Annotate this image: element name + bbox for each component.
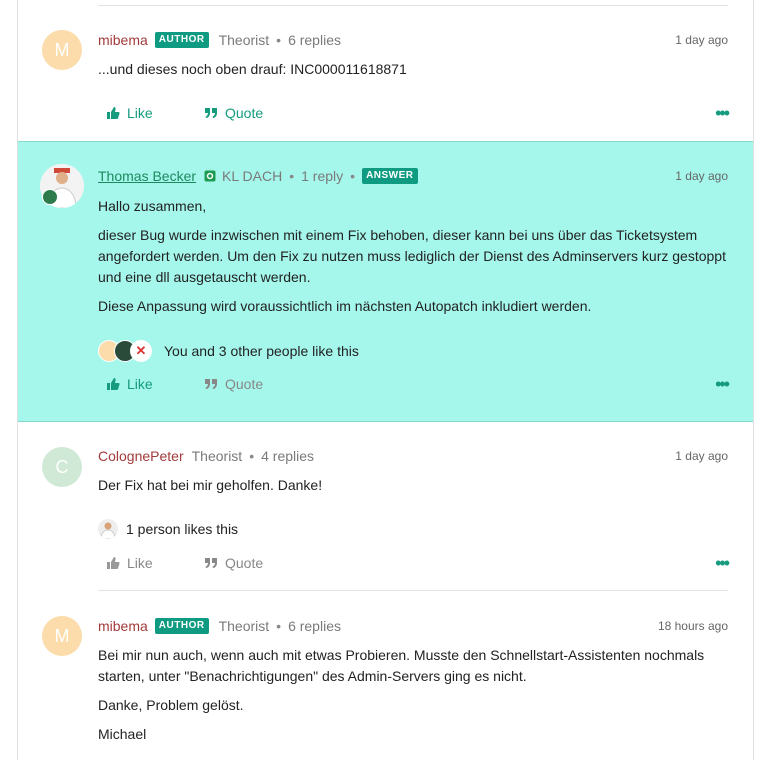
post-actions: Like Quote ••• — [106, 553, 730, 573]
separator-dot: • — [289, 168, 295, 184]
answer-badge: ANSWER — [362, 168, 418, 184]
post-body: Hallo zusammen, dieser Bug wurde inzwisc… — [98, 196, 728, 325]
reply-count: 4 replies — [261, 448, 315, 464]
username[interactable]: mibema — [98, 32, 148, 48]
post-body: ...und dieses noch oben drauf: INC000011… — [98, 59, 728, 88]
user-rank[interactable]: KL DACH — [222, 168, 282, 184]
user-rank[interactable]: Theorist — [219, 32, 270, 48]
quote-icon — [205, 558, 217, 568]
post-paragraph: Hallo zusammen, — [98, 198, 207, 214]
username[interactable]: Thomas Becker — [98, 168, 196, 184]
post-actions: Like Quote ••• — [106, 374, 730, 394]
liker-avatar: ✕ — [130, 340, 152, 362]
likes-text: 1 person likes this — [126, 521, 239, 537]
post-paragraph: dieser Bug wurde inzwischen mit einem Fi… — [98, 227, 726, 285]
post-header: Thomas Becker KL DACH • 1 reply • ANSWER… — [98, 168, 728, 184]
likes-text: You and 3 other people like this — [164, 343, 359, 359]
post-timestamp[interactable]: 1 day ago — [675, 33, 728, 47]
author-badge: AUTHOR — [154, 32, 209, 48]
quote-button[interactable]: Quote — [204, 376, 263, 392]
post-paragraph: Der Fix hat bei mir geholfen. Danke! — [98, 477, 323, 493]
username[interactable]: ColognePeter — [98, 448, 184, 464]
reply-count: 6 replies — [288, 32, 341, 48]
reply-post: M mibema AUTHOR Theorist • 6 replies 1 d… — [18, 0, 753, 141]
reply-post: C ColognePeter Theorist • 4 replies 1 da… — [18, 421, 753, 591]
quote-button[interactable]: Quote — [204, 105, 263, 121]
like-label: Like — [127, 376, 153, 392]
avatar[interactable]: C — [42, 447, 82, 487]
thumbs-up-icon — [107, 378, 120, 390]
quote-button[interactable]: Quote — [204, 555, 263, 571]
post-paragraph: ...und dieses noch oben drauf: INC000011… — [98, 61, 407, 77]
user-rank[interactable]: Theorist — [219, 618, 270, 634]
post-actions: Like Quote ••• — [106, 103, 730, 123]
rank-badge-icon — [42, 189, 58, 205]
post-timestamp[interactable]: 18 hours ago — [658, 619, 728, 633]
separator-dot: • — [249, 448, 255, 464]
post-header: mibema AUTHOR Theorist • 6 replies 18 ho… — [98, 618, 728, 634]
author-badge: AUTHOR — [154, 618, 209, 634]
post-header: ColognePeter Theorist • 4 replies 1 day … — [98, 448, 728, 464]
quote-label: Quote — [225, 376, 264, 392]
quote-label: Quote — [225, 555, 264, 571]
more-icon[interactable]: ••• — [715, 104, 730, 122]
reply-post: M mibema AUTHOR Theorist • 6 replies 18 … — [18, 591, 753, 760]
more-icon[interactable]: ••• — [715, 375, 730, 393]
quote-label: Quote — [225, 105, 264, 121]
post-body: Der Fix hat bei mir geholfen. Danke! — [98, 475, 728, 504]
like-label: Like — [127, 555, 153, 571]
likes-summary[interactable]: ✕ You and 3 other people like this — [98, 340, 359, 362]
online-status-icon — [204, 170, 216, 182]
avatar[interactable]: M — [42, 30, 82, 70]
post-body: Bei mir nun auch, wenn auch mit etwas Pr… — [98, 645, 728, 753]
like-button[interactable]: Like — [106, 376, 204, 392]
username[interactable]: mibema — [98, 618, 148, 634]
post-header: mibema AUTHOR Theorist • 6 replies 1 day… — [98, 32, 728, 48]
avatar[interactable]: M — [42, 616, 82, 656]
quote-icon — [205, 108, 217, 118]
reply-count: 1 reply — [301, 168, 344, 184]
likes-summary[interactable]: 1 person likes this — [98, 519, 238, 539]
post-paragraph: Diese Anpassung wird voraussichtlich im … — [98, 298, 592, 314]
thumbs-up-icon — [107, 557, 120, 569]
separator-dot: • — [276, 618, 282, 634]
separator-dot: • — [276, 32, 282, 48]
post-timestamp[interactable]: 1 day ago — [675, 449, 728, 463]
separator-dot: • — [350, 168, 356, 184]
reply-count: 6 replies — [288, 618, 341, 634]
divider — [98, 5, 728, 6]
quote-icon — [205, 379, 217, 389]
thread-container: M mibema AUTHOR Theorist • 6 replies 1 d… — [17, 0, 754, 760]
post-paragraph: Danke, Problem gelöst. — [98, 697, 244, 713]
thumbs-up-icon — [107, 107, 120, 119]
user-rank[interactable]: Theorist — [192, 448, 243, 464]
like-button[interactable]: Like — [106, 105, 204, 121]
more-icon[interactable]: ••• — [715, 554, 730, 572]
post-timestamp[interactable]: 1 day ago — [675, 169, 728, 183]
like-button[interactable]: Like — [106, 555, 204, 571]
liker-avatar — [98, 519, 118, 539]
answer-post: Thomas Becker KL DACH • 1 reply • ANSWER… — [18, 141, 753, 422]
post-paragraph: Bei mir nun auch, wenn auch mit etwas Pr… — [98, 647, 705, 684]
post-paragraph: Michael — [98, 726, 147, 742]
like-label: Like — [127, 105, 153, 121]
